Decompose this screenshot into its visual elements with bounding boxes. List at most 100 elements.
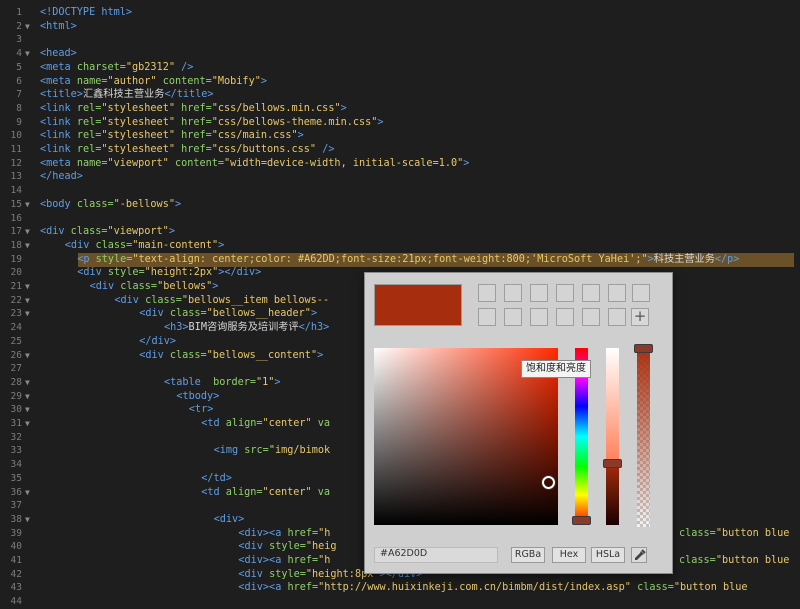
code-line[interactable]: 18 ▼ <div class="main-content">: [0, 239, 800, 253]
line-number: 28: [10, 376, 22, 388]
code-line[interactable]: 43 <div><a href="http://www.huixinkeji.co…: [0, 581, 800, 595]
alpha-slider[interactable]: [637, 344, 650, 527]
line-number: 41: [10, 555, 22, 566]
code-text: <div class="bellows">: [89, 281, 219, 292]
code-line[interactable]: 8 <link rel="stylesheet" href="css/bellow…: [0, 102, 800, 116]
line-number: 7: [16, 89, 22, 101]
line-number: 30: [10, 404, 22, 416]
empty-swatch[interactable]: [530, 284, 548, 302]
code-line[interactable]: 15 ▼ <body class="-bellows">: [0, 198, 800, 212]
fold-toggle-icon[interactable]: ▼: [25, 307, 35, 321]
code-line[interactable]: 6 <meta name="author" content="Mobify">: [0, 75, 800, 89]
line-number: 31: [10, 418, 22, 429]
fold-toggle-icon[interactable]: ▼: [25, 349, 35, 363]
line-number: 27: [10, 363, 22, 375]
empty-swatch[interactable]: [478, 284, 496, 302]
code-text: <link rel="stylesheet" href="css/bellows…: [40, 116, 384, 128]
fold-toggle-icon[interactable]: ▼: [25, 417, 35, 431]
fold-toggle-icon[interactable]: ▼: [25, 486, 35, 500]
fold-toggle-icon[interactable]: ▼: [25, 403, 35, 417]
code-line[interactable]: 12 <meta name="viewport" content="width=d…: [0, 157, 800, 171]
empty-swatch[interactable]: [504, 284, 522, 302]
fold-toggle-icon[interactable]: ▼: [25, 20, 35, 34]
sv-handle[interactable]: [542, 476, 555, 489]
code-text: <tr>: [188, 404, 214, 416]
saturation-slider-lower: [606, 463, 619, 525]
line-number: 22: [10, 294, 22, 306]
code-text: <!DOCTYPE html>: [40, 7, 133, 18]
code-text: <link rel="stylesheet" href="css/bellows…: [40, 102, 347, 114]
mode-rgba-button[interactable]: RGBa: [511, 547, 545, 563]
code-line[interactable]: 3: [0, 33, 800, 47]
code-fragment: class="button blue: [679, 555, 790, 566]
line-number: 17: [10, 226, 22, 238]
code-line[interactable]: 44: [0, 595, 800, 609]
code-line[interactable]: 5 <meta charset="gb2312" />: [0, 61, 800, 75]
code-text: <div><a href="h: [238, 555, 331, 566]
hex-input[interactable]: #A62D0D: [374, 547, 498, 563]
mode-hex-button[interactable]: Hex: [552, 547, 586, 563]
fold-toggle-icon[interactable]: ▼: [25, 239, 35, 253]
add-swatch-button[interactable]: +: [631, 308, 649, 326]
current-color-swatch: [374, 284, 462, 326]
code-text: <td align="center" va: [201, 486, 331, 498]
fold-toggle-icon[interactable]: ▼: [25, 198, 35, 212]
line-number: 11: [10, 144, 22, 155]
code-line[interactable]: 10 <link rel="stylesheet" href="css/main.…: [0, 129, 800, 143]
empty-swatch[interactable]: [556, 308, 574, 326]
fold-toggle-icon[interactable]: ▼: [25, 280, 35, 294]
code-line[interactable]: 1 <!DOCTYPE html>: [0, 6, 800, 20]
eyedropper-button[interactable]: [631, 547, 647, 563]
code-line[interactable]: 11 <link rel="stylesheet" href="css/butto…: [0, 143, 800, 157]
code-line[interactable]: 16: [0, 212, 800, 226]
line-number: 19: [10, 253, 22, 265]
code-line[interactable]: 9 <link rel="stylesheet" href="css/bellow…: [0, 116, 800, 130]
line-number: 1: [16, 7, 22, 18]
code-line[interactable]: 4 ▼ <head>: [0, 47, 800, 61]
empty-swatch[interactable]: [582, 308, 600, 326]
empty-swatch[interactable]: [530, 308, 548, 326]
code-text: </div>: [139, 335, 176, 347]
line-number: 23: [10, 308, 22, 320]
hue-slider-knob[interactable]: [572, 516, 591, 525]
empty-swatch[interactable]: [556, 284, 574, 302]
mode-hsla-button[interactable]: HSLa: [591, 547, 625, 563]
line-number: 4: [16, 48, 22, 60]
line-number: 18: [10, 239, 22, 251]
empty-swatch[interactable]: [608, 308, 626, 326]
line-number: 10: [10, 130, 22, 142]
code-line[interactable]: 13 </head>: [0, 170, 800, 184]
empty-swatch[interactable]: [632, 284, 650, 302]
line-number: 5: [16, 61, 22, 73]
code-line[interactable]: 7 <title>汇鑫科技主营业务</title>: [0, 88, 800, 102]
code-text: <div style="height:2px"></div>: [77, 267, 262, 279]
fold-toggle-icon[interactable]: ▼: [25, 294, 35, 308]
line-number: 9: [16, 116, 22, 128]
fold-toggle-icon[interactable]: ▼: [25, 513, 35, 527]
code-line[interactable]: 2 ▼ <html>: [0, 20, 800, 34]
fold-toggle-icon[interactable]: ▼: [25, 376, 35, 390]
empty-swatch[interactable]: [608, 284, 626, 302]
line-number: 34: [10, 459, 22, 471]
line-number: 40: [10, 541, 22, 553]
code-text: <head>: [40, 48, 77, 60]
empty-swatch[interactable]: [478, 308, 496, 326]
fold-toggle-icon[interactable]: ▼: [25, 225, 35, 239]
code-text: <td align="center" va: [201, 418, 331, 429]
code-line[interactable]: 19 <p style="text-align: center;color: #A…: [0, 253, 800, 267]
fold-toggle-icon[interactable]: ▼: [25, 47, 35, 61]
code-text: <div style="heig: [238, 541, 337, 553]
alpha-slider-knob[interactable]: [634, 344, 653, 353]
code-line[interactable]: 14: [0, 184, 800, 198]
empty-swatch[interactable]: [582, 284, 600, 302]
code-text: <table border="1">: [164, 376, 281, 388]
code-text: <p style="text-align: center;color: #A62…: [77, 253, 740, 265]
fold-toggle-icon[interactable]: ▼: [25, 390, 35, 404]
code-line[interactable]: 17 ▼ <div class="viewport">: [0, 225, 800, 239]
line-number: 32: [10, 431, 22, 443]
code-text: <div class="bellows__content">: [139, 349, 324, 361]
empty-swatch[interactable]: [504, 308, 522, 326]
line-number: 14: [10, 185, 22, 197]
saturation-slider-knob[interactable]: [603, 459, 622, 468]
line-number: 12: [10, 157, 22, 169]
